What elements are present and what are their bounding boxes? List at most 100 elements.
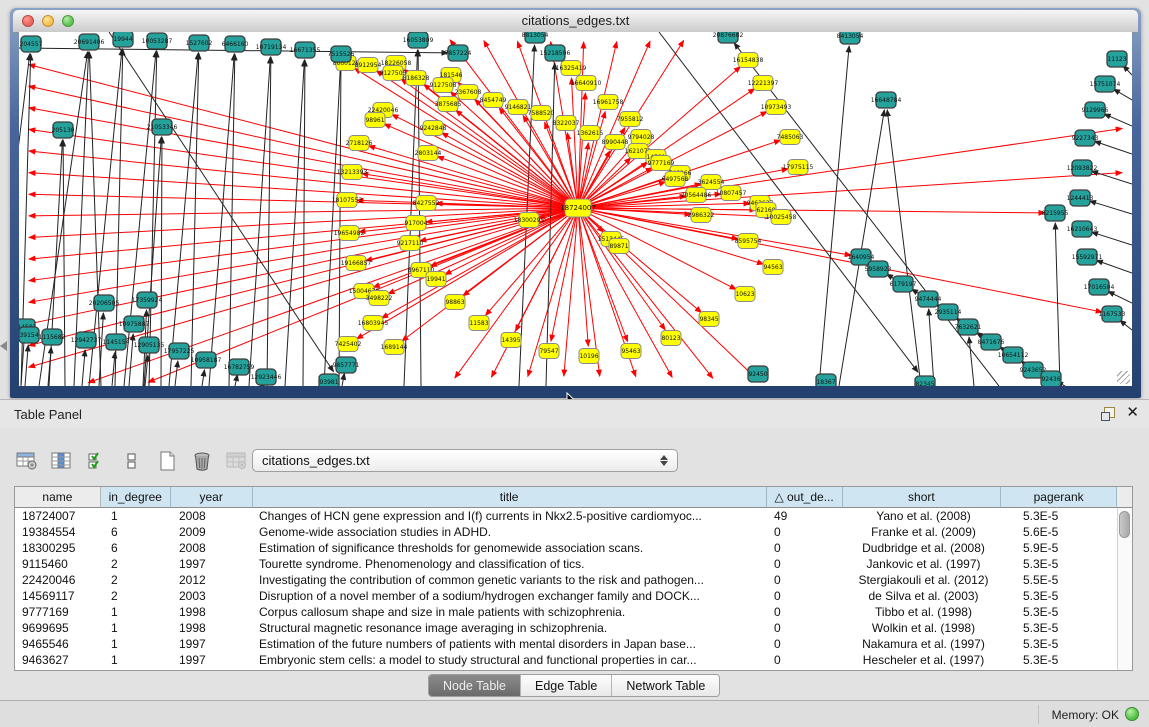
table-selector-dropdown[interactable]: citations_edges.txt xyxy=(252,449,678,472)
network-node[interactable]: 2367608 xyxy=(455,85,482,100)
network-node[interactable]: 2803144 xyxy=(415,146,442,161)
network-node[interactable]: 15218506 xyxy=(540,45,571,61)
network-node[interactable]: 9857771 xyxy=(333,357,360,373)
network-node[interactable]: 16053809 xyxy=(403,32,434,48)
network-node[interactable]: 93981 xyxy=(319,374,339,386)
network-node[interactable]: 16325419 xyxy=(556,61,587,76)
network-node[interactable]: 15751074 xyxy=(1090,76,1121,92)
delete-table-icon[interactable] xyxy=(224,447,250,475)
network-node[interactable]: 1527602 xyxy=(186,35,213,51)
table-row[interactable]: 1830029562008Estimation of significance … xyxy=(15,540,1132,556)
network-node[interactable]: 7632621 xyxy=(955,319,982,335)
network-node[interactable]: 20876682 xyxy=(713,32,744,43)
network-node[interactable]: 79547 xyxy=(539,344,559,359)
network-window[interactable]: citations_edges.txt 18724007866012889129… xyxy=(10,8,1141,398)
column-header-in_degree[interactable]: in_degree xyxy=(101,487,171,508)
network-node[interactable]: 12923446 xyxy=(251,369,282,385)
network-node[interactable]: 19166857 xyxy=(341,256,372,271)
network-node[interactable]: 6466160 xyxy=(222,36,249,52)
vertical-scrollbar[interactable] xyxy=(1117,508,1132,670)
network-node[interactable]: 20206505 xyxy=(89,295,120,311)
column-header-name[interactable]: name xyxy=(15,487,101,508)
table-row[interactable]: 911546021997Tourette syndrome. Phenomeno… xyxy=(15,556,1132,572)
tab-edge-table[interactable]: Edge Table xyxy=(521,675,612,696)
float-window-icon[interactable] xyxy=(1101,407,1115,421)
network-node[interactable]: 6497568 xyxy=(662,172,689,187)
network-node[interactable]: 14395 xyxy=(501,333,521,348)
network-node[interactable]: 9794028 xyxy=(628,130,655,145)
table-row[interactable]: 969969511998Structural magnetic resonanc… xyxy=(15,620,1132,636)
network-node[interactable]: 17359924 xyxy=(132,292,163,308)
table-row[interactable]: 1938455462009Genome-wide association stu… xyxy=(15,524,1132,540)
network-node[interactable]: 204557 xyxy=(20,36,43,52)
network-node[interactable]: 2935114 xyxy=(935,304,962,320)
network-node[interactable]: 3498222 xyxy=(366,291,393,306)
network-node[interactable]: 11583 xyxy=(469,316,489,331)
network-node[interactable]: 8186328 xyxy=(403,71,430,86)
network-node[interactable]: 1145154 xyxy=(103,334,130,350)
network-node[interactable]: 10975887 xyxy=(119,316,150,332)
network-node[interactable]: 6179197 xyxy=(890,276,917,292)
network-node[interactable]: 94563 xyxy=(763,260,783,275)
network-node[interactable]: 11123 xyxy=(1107,51,1127,67)
network-node[interactable]: 18107553 xyxy=(332,193,363,208)
network-node[interactable]: 21053346 xyxy=(147,119,178,135)
row-selection-icon[interactable] xyxy=(119,447,145,475)
network-node[interactable]: 82345 xyxy=(915,376,935,386)
window-resize-grip[interactable] xyxy=(1117,371,1130,384)
network-window-titlebar[interactable]: citations_edges.txt xyxy=(13,10,1138,33)
column-header-out_degree[interactable]: △ out_de... xyxy=(767,487,843,508)
network-node[interactable]: 17975115 xyxy=(783,160,814,175)
column-header-year[interactable]: year xyxy=(171,487,253,508)
close-panel-icon[interactable]: ✕ xyxy=(1126,405,1139,421)
network-node[interactable]: 12221397 xyxy=(748,76,779,91)
network-node[interactable]: 7425402 xyxy=(335,337,362,352)
network-node[interactable]: 19944 xyxy=(113,32,133,47)
network-node[interactable]: 92450 xyxy=(748,366,768,382)
column-header-pagerank[interactable]: pagerank xyxy=(1001,487,1117,508)
table-row[interactable]: 946554611997Estimation of the future num… xyxy=(15,636,1132,652)
network-node[interactable]: 8912954 xyxy=(355,58,382,73)
network-node[interactable]: 7955812 xyxy=(617,112,644,127)
tab-node-table[interactable]: Node Table xyxy=(429,675,521,696)
network-node[interactable]: 5958923 xyxy=(865,261,892,277)
network-node[interactable]: 16671355 xyxy=(290,42,321,58)
network-node[interactable]: 1115682 xyxy=(39,329,66,345)
network-node[interactable]: 10719134 xyxy=(256,39,287,55)
network-node[interactable]: 10053287 xyxy=(142,33,173,49)
table-row[interactable]: 977716911998Corpus callosum shape and si… xyxy=(15,604,1132,620)
table-row[interactable]: 1872400712008Changes of HCN gene express… xyxy=(15,508,1132,524)
network-node[interactable]: 9242848 xyxy=(420,121,447,136)
network-node[interactable]: 10654112 xyxy=(998,347,1029,363)
network-node[interactable]: 8215955 xyxy=(1042,205,1069,221)
column-header-short[interactable]: short xyxy=(843,487,1002,508)
network-node[interactable]: 15592971 xyxy=(1072,249,1103,265)
network-node[interactable]: 8322037 xyxy=(553,116,580,131)
network-canvas-svg[interactable]: 1872400786601288912954182260589127505818… xyxy=(19,32,1132,386)
network-node[interactable]: 917004 xyxy=(405,216,428,231)
network-node[interactable]: 3875685 xyxy=(435,97,462,112)
network-node[interactable]: 39154 xyxy=(19,327,39,343)
network-node[interactable]: 2986322 xyxy=(688,208,715,223)
network-node[interactable]: 16803945 xyxy=(358,316,389,331)
network-node[interactable]: 8454749 xyxy=(480,93,507,108)
network-node[interactable]: 18724007 xyxy=(560,199,596,217)
tab-network-table[interactable]: Network Table xyxy=(612,675,719,696)
network-node[interactable]: 9129966 xyxy=(1082,102,1109,118)
network-node[interactable]: 1362615 xyxy=(577,126,604,141)
network-node[interactable]: 16154838 xyxy=(733,53,764,68)
scrollbar-thumb[interactable] xyxy=(1119,511,1130,538)
network-node[interactable]: 1167533 xyxy=(1099,306,1126,322)
network-node[interactable]: 8413054 xyxy=(837,32,864,44)
network-node[interactable]: 12905135 xyxy=(134,337,165,353)
network-node[interactable]: 8471676 xyxy=(978,334,1005,350)
table-row[interactable]: 2242004622012Investigating the contribut… xyxy=(15,572,1132,588)
network-node[interactable]: 205130 xyxy=(52,122,75,138)
network-node[interactable]: 20691406 xyxy=(74,34,105,50)
network-node[interactable]: 98345 xyxy=(699,312,719,327)
network-node[interactable]: 98863 xyxy=(445,295,465,310)
network-node[interactable]: 7588520 xyxy=(528,106,555,121)
new-column-icon[interactable] xyxy=(154,447,180,475)
network-node[interactable]: 9227343 xyxy=(1072,130,1099,146)
network-node[interactable]: 8595754 xyxy=(735,234,762,249)
